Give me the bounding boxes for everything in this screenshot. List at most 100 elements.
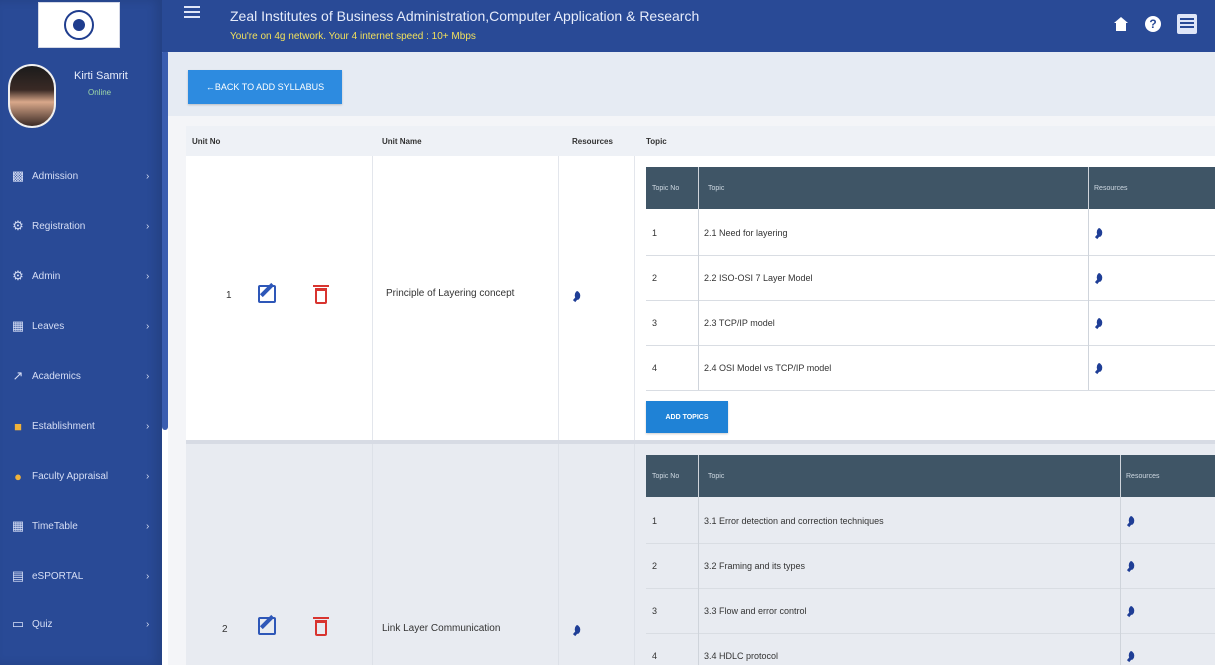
topic-column-divider (698, 167, 699, 390)
add-topics-button[interactable]: ADD TOPICS (646, 401, 728, 433)
sidebar-item-admission[interactable]: ▩ Admission › (0, 158, 162, 194)
user-name: Kirti Samrit (74, 70, 128, 82)
topic-number: 3 (652, 318, 658, 328)
resource-link-icon[interactable] (1094, 362, 1105, 373)
topic-column-divider (1088, 167, 1089, 390)
delete-icon[interactable] (313, 617, 329, 636)
sidebar-item-quiz[interactable]: ▭ Quiz › (0, 606, 162, 642)
column-header-unit-name: Unit Name (382, 137, 422, 146)
sidebar-item-admin[interactable]: ⚙ Admin › (0, 258, 162, 294)
logo-emblem-icon (64, 10, 94, 40)
topic-header-topic: Topic (708, 473, 725, 480)
topic-title: 2.4 OSI Model vs TCP/IP model (704, 363, 832, 373)
topic-row: 4 2.4 OSI Model vs TCP/IP model (646, 346, 1215, 391)
sidebar-item-registration[interactable]: ⚙ Registration › (0, 208, 162, 244)
topic-row: 3 3.3 Flow and error control (646, 589, 1215, 634)
sidebar: Kirti Samrit Online ▩ Admission › ⚙ Regi… (0, 0, 162, 665)
topic-number: 4 (652, 651, 658, 661)
topic-table: Topic No Topic Resources 1 2.1 Need for … (646, 167, 1215, 391)
cogs-icon: ⚙ (12, 268, 24, 283)
chevron-right-icon: › (146, 618, 150, 630)
edit-icon[interactable] (258, 617, 276, 635)
unit-name: Principle of Layering concept (386, 288, 515, 299)
resource-link-icon[interactable] (1126, 605, 1137, 616)
topic-number: 2 (652, 561, 658, 571)
topic-table: Topic No Topic Resources 1 3.1 Error det… (646, 455, 1215, 665)
sidebar-item-label: eSPORTAL (32, 570, 84, 582)
topic-row: 3 2.3 TCP/IP model (646, 301, 1215, 346)
comment-icon: ● (14, 468, 22, 484)
topic-header-resources: Resources (1094, 185, 1128, 192)
chat-icon[interactable] (1177, 14, 1197, 34)
resource-link-icon[interactable] (1094, 317, 1105, 328)
chevron-right-icon: › (146, 370, 150, 382)
topic-table-header: Topic No Topic Resources (646, 455, 1215, 497)
avatar (8, 64, 56, 128)
chevron-right-icon: › (146, 420, 150, 432)
edit-icon[interactable] (258, 285, 276, 303)
calendar-icon: ▦ (11, 518, 25, 533)
delete-icon[interactable] (313, 285, 329, 304)
network-status: You're on 4g network. Your 4 internet sp… (230, 31, 476, 42)
sidebar-item-establishment[interactable]: ■ Establishment › (0, 408, 162, 444)
chevron-right-icon: › (146, 320, 150, 332)
institute-logo (38, 2, 120, 48)
chevron-right-icon: › (146, 570, 150, 582)
topic-title: 2.3 TCP/IP model (704, 318, 775, 328)
chart-icon: ↗ (12, 368, 24, 383)
topic-column-divider (1120, 455, 1121, 665)
page-title: Zeal Institutes of Business Administrati… (230, 8, 700, 24)
topic-row: 4 3.4 HDLC protocol (646, 634, 1215, 665)
sidebar-item-label: TimeTable (32, 520, 78, 532)
column-divider (558, 156, 559, 440)
resource-link-icon[interactable] (1126, 650, 1137, 661)
briefcase-icon: ■ (14, 418, 22, 434)
column-divider (634, 156, 635, 440)
sidebar-item-academics[interactable]: ↗ Academics › (0, 358, 162, 394)
top-header: Zeal Institutes of Business Administrati… (162, 0, 1215, 52)
topic-header-no: Topic No (652, 185, 680, 192)
topic-column-divider (698, 455, 699, 665)
column-header-unit-no: Unit No (192, 137, 221, 146)
chevron-right-icon: › (146, 220, 150, 232)
resource-link-icon[interactable] (1126, 560, 1137, 571)
user-profile: Kirti Samrit Online (8, 58, 158, 148)
table-header: Unit No Unit Name Resources Topic (186, 126, 1215, 156)
sidebar-item-label: Quiz (32, 618, 53, 630)
topic-table-header: Topic No Topic Resources (646, 167, 1215, 209)
menu-toggle-icon[interactable] (184, 6, 200, 22)
unit-number: 2 (222, 624, 228, 635)
sidebar-item-label: Admission (32, 170, 79, 182)
chevron-right-icon: › (146, 170, 150, 182)
topic-title: 3.2 Framing and its types (704, 561, 806, 571)
header-actions: ? (1113, 14, 1197, 34)
back-to-syllabus-button[interactable]: ←BACK TO ADD SYLLABUS (188, 70, 342, 104)
column-divider (372, 444, 373, 665)
home-icon[interactable] (1113, 17, 1129, 31)
sidebar-item-esportal[interactable]: ▤ eSPORTAL › (0, 558, 162, 594)
topic-number: 3 (652, 606, 658, 616)
column-divider (372, 156, 373, 440)
sidebar-item-label: Registration (32, 220, 86, 232)
unit-name: Link Layer Communication (382, 623, 501, 634)
topic-number: 1 (652, 228, 658, 238)
monitor-icon: ▭ (11, 616, 25, 631)
gear-icon: ⚙ (12, 218, 24, 233)
sidebar-item-timetable[interactable]: ▦ TimeTable › (0, 508, 162, 544)
sidebar-item-leaves[interactable]: ▦ Leaves › (0, 308, 162, 344)
sidebar-item-label: Establishment (32, 420, 95, 432)
topic-row: 2 2.2 ISO-OSI 7 Layer Model (646, 256, 1215, 301)
sidebar-item-faculty-appraisal[interactable]: ● Faculty Appraisal › (0, 458, 162, 494)
resource-link-icon[interactable] (1094, 272, 1105, 283)
topic-header-no: Topic No (652, 473, 680, 480)
resource-link-icon[interactable] (1126, 515, 1137, 526)
unit-number: 1 (226, 290, 232, 301)
resource-link-icon[interactable] (1094, 227, 1105, 238)
help-icon[interactable]: ? (1145, 16, 1161, 32)
user-status: Online (88, 88, 112, 97)
topic-title: 2.1 Need for layering (704, 228, 788, 238)
column-divider (634, 444, 635, 665)
topic-title: 3.3 Flow and error control (704, 606, 807, 616)
sidebar-item-label: Faculty Appraisal (32, 470, 109, 482)
topic-row: 1 3.1 Error detection and correction tec… (646, 499, 1215, 544)
